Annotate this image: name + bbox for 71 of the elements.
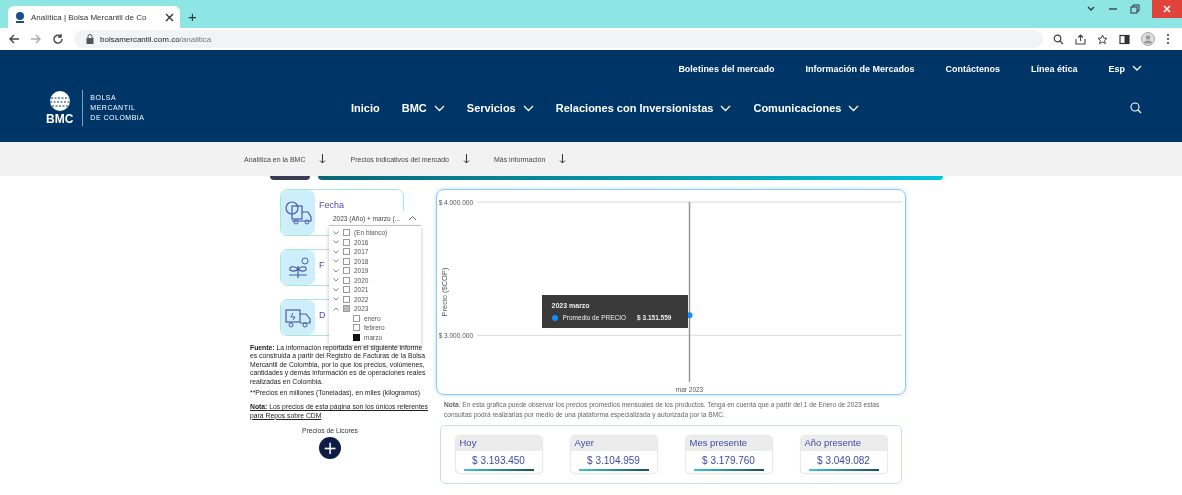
kpi-value: $ 3.179.760 [701,454,756,466]
checkbox[interactable] [353,333,360,341]
kpi-underline [463,469,534,471]
reload-icon[interactable] [52,33,64,45]
kpi-label: Ayer [570,436,657,451]
chevron-down-icon [1132,65,1142,72]
kpi-label: Hoy [455,436,542,451]
nav-menu-item[interactable]: Comunicaciones [753,102,860,114]
close-window-button[interactable] [1152,0,1182,18]
sidebar-icon[interactable] [1119,33,1130,45]
kpi-underline [808,469,879,471]
language-selector[interactable]: Esp [1108,63,1142,74]
kpi-label: Año presente [800,436,887,451]
filter-title: D [319,310,326,320]
header-link[interactable]: Línea ética [1030,63,1078,74]
browser-tab[interactable]: Analítica | Bolsa Mercantil de Co [8,6,180,28]
chevron-down-icon [848,104,860,112]
delivery-truck-icon [284,306,312,329]
star-icon[interactable] [1097,33,1108,45]
header-link[interactable]: Contáctenos [945,63,1000,74]
kpi-underline [693,469,764,471]
checkbox[interactable] [353,324,360,332]
checkbox[interactable] [343,248,350,256]
forward-icon[interactable] [30,33,42,45]
kpi-label: Mes presente [685,436,772,451]
back-icon[interactable] [8,33,20,45]
checkbox[interactable] [343,257,350,265]
kpi-value: $ 3.193.450 [471,454,526,466]
chevron-up-icon [408,215,417,221]
restore-icon[interactable] [1130,4,1140,14]
lock-icon [86,34,94,44]
checkbox[interactable] [343,267,350,275]
chevron-down-icon [522,104,534,112]
new-tab-button[interactable]: + [188,8,197,25]
filter-title: Fecha [319,200,344,210]
chevron-down-icon [433,104,445,112]
filter-title: F [319,260,325,270]
search-icon[interactable] [1130,102,1142,114]
close-icon [1162,4,1172,14]
kpi-value: $ 3.049.082 [816,454,871,466]
share-icon[interactable] [1075,33,1086,45]
kpi-value: $ 3.104.959 [586,454,641,466]
chevron-down-icon [720,104,732,112]
checkbox[interactable] [353,314,360,322]
arrow-down-icon [559,154,567,164]
header-link[interactable]: Información de Mercados [805,63,915,74]
checkbox[interactable] [343,295,350,303]
nav-menu-item[interactable]: Relaciones con Inversionistas [555,102,732,114]
kpi-underline [578,469,649,471]
search-icon[interactable] [1053,33,1064,45]
tab-title: Analítica | Bolsa Mercantil de Co [31,12,148,22]
checkbox[interactable] [343,229,350,237]
checkbox[interactable] [343,286,350,294]
expand-button[interactable]: + [319,437,341,460]
chevron-up-icon[interactable] [333,306,339,311]
arrow-down-icon [319,154,327,164]
checkbox[interactable] [343,305,350,313]
more-icon[interactable] [1166,33,1170,45]
close-icon[interactable] [165,12,174,22]
logo-wordmark: BMC [46,112,74,126]
checkbox[interactable] [343,276,350,284]
nav-menu-item[interactable]: BMC [401,102,445,114]
header-link[interactable]: Boletines del mercado [678,63,775,74]
document-truck-icon [284,199,312,226]
banner-edge [270,176,310,180]
checkbox[interactable] [343,238,350,246]
address-field[interactable]: bolsamercantil.com.co/analitica [74,30,1043,48]
nav-menu-item[interactable]: Servicios [466,102,534,114]
arrow-down-icon [462,154,470,164]
profile-avatar-icon[interactable] [1141,32,1155,46]
nav-menu-item[interactable]: Inicio [351,102,380,114]
